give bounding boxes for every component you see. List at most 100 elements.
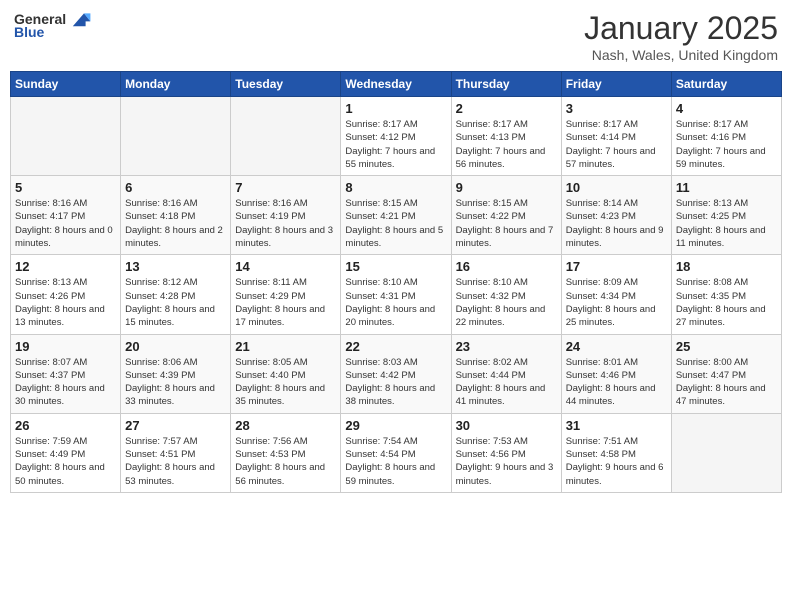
calendar-cell: [11, 97, 121, 176]
header: General Blue January 2025 Nash, Wales, U…: [10, 10, 782, 63]
calendar-cell: 2 Sunrise: 8:17 AMSunset: 4:13 PMDayligh…: [451, 97, 561, 176]
calendar-cell: 6 Sunrise: 8:16 AMSunset: 4:18 PMDayligh…: [121, 176, 231, 255]
calendar-cell: 29 Sunrise: 7:54 AMSunset: 4:54 PMDaylig…: [341, 413, 451, 492]
day-number: 21: [235, 339, 336, 354]
calendar-cell: 25 Sunrise: 8:00 AMSunset: 4:47 PMDaylig…: [671, 334, 781, 413]
calendar-week-row: 19 Sunrise: 8:07 AMSunset: 4:37 PMDaylig…: [11, 334, 782, 413]
calendar-cell: 15 Sunrise: 8:10 AMSunset: 4:31 PMDaylig…: [341, 255, 451, 334]
calendar-cell: 31 Sunrise: 7:51 AMSunset: 4:58 PMDaylig…: [561, 413, 671, 492]
day-info: Sunrise: 8:03 AMSunset: 4:42 PMDaylight:…: [345, 357, 435, 408]
day-info: Sunrise: 8:17 AMSunset: 4:14 PMDaylight:…: [566, 119, 656, 170]
weekday-header-row: SundayMondayTuesdayWednesdayThursdayFrid…: [11, 72, 782, 97]
calendar-cell: 16 Sunrise: 8:10 AMSunset: 4:32 PMDaylig…: [451, 255, 561, 334]
day-info: Sunrise: 7:53 AMSunset: 4:56 PMDaylight:…: [456, 436, 554, 487]
day-number: 30: [456, 418, 557, 433]
day-number: 26: [15, 418, 116, 433]
day-info: Sunrise: 8:17 AMSunset: 4:13 PMDaylight:…: [456, 119, 546, 170]
day-info: Sunrise: 7:57 AMSunset: 4:51 PMDaylight:…: [125, 436, 215, 487]
day-number: 5: [15, 180, 116, 195]
day-info: Sunrise: 7:54 AMSunset: 4:54 PMDaylight:…: [345, 436, 435, 487]
calendar-cell: 3 Sunrise: 8:17 AMSunset: 4:14 PMDayligh…: [561, 97, 671, 176]
calendar-week-row: 26 Sunrise: 7:59 AMSunset: 4:49 PMDaylig…: [11, 413, 782, 492]
day-number: 22: [345, 339, 446, 354]
month-title: January 2025: [584, 10, 778, 47]
day-info: Sunrise: 8:10 AMSunset: 4:32 PMDaylight:…: [456, 277, 546, 328]
weekday-header-thursday: Thursday: [451, 72, 561, 97]
calendar-cell: 7 Sunrise: 8:16 AMSunset: 4:19 PMDayligh…: [231, 176, 341, 255]
calendar-cell: 21 Sunrise: 8:05 AMSunset: 4:40 PMDaylig…: [231, 334, 341, 413]
day-info: Sunrise: 8:16 AMSunset: 4:19 PMDaylight:…: [235, 198, 333, 249]
day-number: 10: [566, 180, 667, 195]
calendar-cell: 19 Sunrise: 8:07 AMSunset: 4:37 PMDaylig…: [11, 334, 121, 413]
day-number: 28: [235, 418, 336, 433]
day-info: Sunrise: 8:10 AMSunset: 4:31 PMDaylight:…: [345, 277, 435, 328]
calendar-cell: 20 Sunrise: 8:06 AMSunset: 4:39 PMDaylig…: [121, 334, 231, 413]
day-info: Sunrise: 8:17 AMSunset: 4:12 PMDaylight:…: [345, 119, 435, 170]
calendar-cell: 4 Sunrise: 8:17 AMSunset: 4:16 PMDayligh…: [671, 97, 781, 176]
calendar-cell: [231, 97, 341, 176]
day-info: Sunrise: 8:11 AMSunset: 4:29 PMDaylight:…: [235, 277, 325, 328]
calendar-body: 1 Sunrise: 8:17 AMSunset: 4:12 PMDayligh…: [11, 97, 782, 493]
calendar-week-row: 12 Sunrise: 8:13 AMSunset: 4:26 PMDaylig…: [11, 255, 782, 334]
logo-text-blue: Blue: [14, 24, 44, 40]
day-number: 13: [125, 259, 226, 274]
day-number: 31: [566, 418, 667, 433]
calendar-table: SundayMondayTuesdayWednesdayThursdayFrid…: [10, 71, 782, 493]
day-number: 6: [125, 180, 226, 195]
day-number: 19: [15, 339, 116, 354]
day-number: 16: [456, 259, 557, 274]
calendar-cell: 1 Sunrise: 8:17 AMSunset: 4:12 PMDayligh…: [341, 97, 451, 176]
calendar-cell: 23 Sunrise: 8:02 AMSunset: 4:44 PMDaylig…: [451, 334, 561, 413]
calendar-cell: 27 Sunrise: 7:57 AMSunset: 4:51 PMDaylig…: [121, 413, 231, 492]
day-number: 3: [566, 101, 667, 116]
calendar-cell: 17 Sunrise: 8:09 AMSunset: 4:34 PMDaylig…: [561, 255, 671, 334]
day-number: 4: [676, 101, 777, 116]
calendar-cell: 28 Sunrise: 7:56 AMSunset: 4:53 PMDaylig…: [231, 413, 341, 492]
day-number: 12: [15, 259, 116, 274]
day-number: 23: [456, 339, 557, 354]
day-number: 2: [456, 101, 557, 116]
day-number: 14: [235, 259, 336, 274]
day-info: Sunrise: 8:09 AMSunset: 4:34 PMDaylight:…: [566, 277, 656, 328]
day-info: Sunrise: 7:59 AMSunset: 4:49 PMDaylight:…: [15, 436, 105, 487]
weekday-header-tuesday: Tuesday: [231, 72, 341, 97]
calendar-cell: 8 Sunrise: 8:15 AMSunset: 4:21 PMDayligh…: [341, 176, 451, 255]
weekday-header-wednesday: Wednesday: [341, 72, 451, 97]
day-info: Sunrise: 8:15 AMSunset: 4:21 PMDaylight:…: [345, 198, 443, 249]
day-info: Sunrise: 8:14 AMSunset: 4:23 PMDaylight:…: [566, 198, 664, 249]
logo: General Blue: [14, 10, 92, 40]
calendar-cell: 14 Sunrise: 8:11 AMSunset: 4:29 PMDaylig…: [231, 255, 341, 334]
day-info: Sunrise: 8:00 AMSunset: 4:47 PMDaylight:…: [676, 357, 766, 408]
calendar-cell: 9 Sunrise: 8:15 AMSunset: 4:22 PMDayligh…: [451, 176, 561, 255]
day-info: Sunrise: 8:13 AMSunset: 4:26 PMDaylight:…: [15, 277, 105, 328]
day-info: Sunrise: 8:08 AMSunset: 4:35 PMDaylight:…: [676, 277, 766, 328]
day-info: Sunrise: 7:56 AMSunset: 4:53 PMDaylight:…: [235, 436, 325, 487]
day-info: Sunrise: 8:12 AMSunset: 4:28 PMDaylight:…: [125, 277, 215, 328]
day-info: Sunrise: 7:51 AMSunset: 4:58 PMDaylight:…: [566, 436, 664, 487]
day-number: 29: [345, 418, 446, 433]
day-number: 11: [676, 180, 777, 195]
day-number: 7: [235, 180, 336, 195]
calendar-week-row: 1 Sunrise: 8:17 AMSunset: 4:12 PMDayligh…: [11, 97, 782, 176]
day-number: 18: [676, 259, 777, 274]
calendar-cell: 18 Sunrise: 8:08 AMSunset: 4:35 PMDaylig…: [671, 255, 781, 334]
weekday-header-friday: Friday: [561, 72, 671, 97]
day-number: 24: [566, 339, 667, 354]
day-number: 15: [345, 259, 446, 274]
day-number: 17: [566, 259, 667, 274]
day-info: Sunrise: 8:17 AMSunset: 4:16 PMDaylight:…: [676, 119, 766, 170]
day-info: Sunrise: 8:16 AMSunset: 4:17 PMDaylight:…: [15, 198, 113, 249]
day-number: 27: [125, 418, 226, 433]
calendar-cell: 22 Sunrise: 8:03 AMSunset: 4:42 PMDaylig…: [341, 334, 451, 413]
calendar-week-row: 5 Sunrise: 8:16 AMSunset: 4:17 PMDayligh…: [11, 176, 782, 255]
day-info: Sunrise: 8:01 AMSunset: 4:46 PMDaylight:…: [566, 357, 656, 408]
calendar-cell: 5 Sunrise: 8:16 AMSunset: 4:17 PMDayligh…: [11, 176, 121, 255]
day-info: Sunrise: 8:16 AMSunset: 4:18 PMDaylight:…: [125, 198, 223, 249]
calendar-cell: [121, 97, 231, 176]
calendar-cell: 12 Sunrise: 8:13 AMSunset: 4:26 PMDaylig…: [11, 255, 121, 334]
day-number: 25: [676, 339, 777, 354]
title-area: January 2025 Nash, Wales, United Kingdom: [584, 10, 778, 63]
day-info: Sunrise: 8:13 AMSunset: 4:25 PMDaylight:…: [676, 198, 766, 249]
calendar-cell: 13 Sunrise: 8:12 AMSunset: 4:28 PMDaylig…: [121, 255, 231, 334]
calendar-cell: [671, 413, 781, 492]
